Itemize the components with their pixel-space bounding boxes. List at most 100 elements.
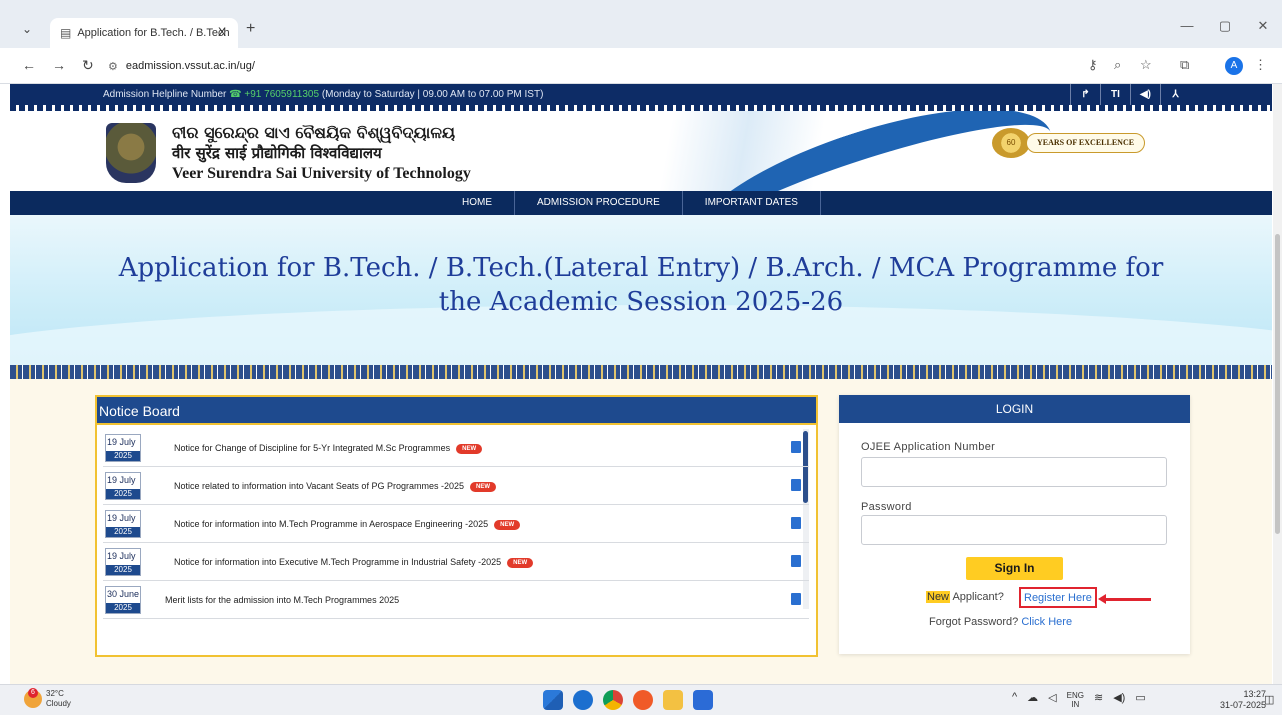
language-indicator[interactable]: ENG IN	[1067, 691, 1084, 709]
cloud-icon[interactable]: ☁	[1027, 691, 1038, 709]
notice-item[interactable]: 19 July 2025 Notice related to informati…	[103, 467, 809, 505]
notice-item[interactable]: 19 July 2025 Notice for information into…	[103, 543, 809, 581]
notice-title[interactable]: Notice for Change of Discipline for 5-Yr…	[174, 443, 483, 454]
notification-bell-icon[interactable]: ◫	[1264, 693, 1274, 706]
tab-close-icon[interactable]: X	[218, 25, 226, 39]
notice-item[interactable]: 30 June 2025 Merit lists for the admissi…	[103, 581, 809, 619]
lang-code: ENG	[1066, 691, 1084, 700]
chrome-icon[interactable]	[603, 690, 623, 710]
new-highlight: New	[926, 591, 951, 603]
register-here-link[interactable]: Register Here	[1019, 587, 1097, 608]
location-icon[interactable]: ◁	[1048, 691, 1056, 709]
page-scrollbar[interactable]	[1273, 84, 1282, 684]
screen-reader-icon[interactable]: ◀)	[1130, 84, 1160, 105]
notice-date-year: 2025	[106, 489, 140, 499]
app-number-label: OJEE Application Number	[861, 441, 996, 453]
document-icon[interactable]	[791, 555, 801, 567]
notice-date: 19 July 2025	[105, 510, 141, 538]
firefox-icon[interactable]	[633, 690, 653, 710]
forgot-password-text: Forgot Password?	[929, 616, 1019, 628]
red-arrow-icon	[1098, 594, 1151, 604]
reload-icon[interactable]: ↻	[82, 57, 94, 74]
start-menu-icon[interactable]	[543, 690, 563, 710]
notice-date-year: 2025	[106, 603, 140, 613]
system-tray: ^ ☁ ◁ ENG IN ≋ ◀) ▭	[1012, 691, 1146, 709]
helpline-bar: Admission Helpline Number ☎ +91 76059113…	[10, 84, 1272, 105]
excellence-badge: 60 YEARS OF EXCELLENCE	[992, 128, 1146, 158]
forward-icon[interactable]: →	[52, 57, 66, 73]
back-icon[interactable]: ←	[22, 57, 36, 73]
extensions-icon[interactable]: ⧉	[1180, 57, 1189, 73]
university-logo[interactable]	[106, 123, 156, 183]
minimize-button[interactable]: —	[1168, 18, 1206, 34]
app-number-input[interactable]	[861, 457, 1167, 487]
zoom-icon[interactable]: ⌕	[1114, 57, 1121, 73]
battery-icon[interactable]: ▭	[1135, 691, 1145, 709]
nav-important-dates[interactable]: IMPORTANT DATES	[683, 191, 821, 215]
main-nav: HOME ADMISSION PROCEDURE IMPORTANT DATES	[10, 191, 1272, 215]
notice-title-text: Notice for information into M.Tech Progr…	[174, 519, 489, 529]
notice-title-text: Merit lists for the admission into M.Tec…	[165, 595, 400, 605]
notice-title-text: Notice for information into Executive M.…	[174, 557, 502, 567]
document-icon[interactable]	[791, 593, 801, 605]
taskbar-clock[interactable]: 13:27 31-07-2025	[1220, 689, 1266, 711]
taskbar-apps	[543, 690, 713, 710]
notice-title[interactable]: Notice related to information into Vacan…	[174, 481, 496, 492]
helpline-hours: (Monday to Saturday | 09.00 AM to 07.00 …	[321, 89, 544, 100]
document-icon[interactable]	[791, 517, 801, 529]
wifi-icon[interactable]: ≋	[1094, 691, 1103, 709]
helpline-label: Admission Helpline Number	[103, 89, 227, 100]
document-icon[interactable]	[791, 479, 801, 491]
notice-item[interactable]: 19 July 2025 Notice for Change of Discip…	[103, 429, 809, 467]
tab-search-chevron-icon[interactable]: ⌄	[22, 22, 32, 36]
site-header: ବୀର ସୁରେନ୍ଦ୍ର ସାଏ ବୈଷୟିକ ବିଶ୍ୱବିଦ୍ୟାଳୟ व…	[10, 111, 1272, 191]
edge-icon[interactable]	[573, 690, 593, 710]
notice-title[interactable]: Merit lists for the admission into M.Tec…	[165, 595, 399, 605]
forgot-password-link[interactable]: Click Here	[1021, 616, 1072, 628]
nav-admission-procedure[interactable]: ADMISSION PROCEDURE	[515, 191, 683, 215]
document-icon[interactable]	[791, 441, 801, 453]
nav-home[interactable]: HOME	[440, 191, 515, 215]
skip-content-icon[interactable]: ↱	[1070, 84, 1100, 105]
tab-title: Application for B.Tech. / B.Tech	[77, 27, 230, 39]
notice-title[interactable]: Notice for information into Executive M.…	[174, 557, 534, 568]
notice-item[interactable]: 19 July 2025 Notice for information into…	[103, 505, 809, 543]
decorative-border	[10, 365, 1272, 379]
show-hidden-icons-icon[interactable]: ^	[1012, 691, 1017, 709]
password-key-icon[interactable]: ⚷	[1088, 57, 1098, 73]
notice-title[interactable]: Notice for information into M.Tech Progr…	[174, 519, 521, 530]
text-size-icon[interactable]: TI	[1100, 84, 1130, 105]
bookmark-star-icon[interactable]: ☆	[1140, 57, 1152, 73]
password-input[interactable]	[861, 515, 1167, 545]
sitemap-icon[interactable]: ⅄	[1160, 84, 1190, 105]
notice-date-year: 2025	[106, 565, 140, 575]
notice-date-year: 2025	[106, 451, 140, 461]
university-name: ବୀର ସୁରେନ୍ଦ୍ର ସାଏ ବୈଷୟିକ ବିଶ୍ୱବିଦ୍ୟାଳୟ व…	[172, 123, 471, 185]
file-explorer-icon[interactable]	[663, 690, 683, 710]
outlook-icon[interactable]	[693, 690, 713, 710]
notice-date-day: 30 June	[107, 589, 140, 599]
address-bar[interactable]: ⚙ eadmission.vssut.ac.in/ug/	[108, 55, 1058, 77]
login-heading: LOGIN	[839, 395, 1190, 423]
volume-icon[interactable]: ◀)	[1113, 691, 1125, 709]
browser-tab-bar: ⌄ ▤ Application for B.Tech. / B.Tech X +…	[0, 0, 1282, 48]
page-scroll-thumb[interactable]	[1275, 234, 1280, 534]
site-info-icon[interactable]: ⚙	[108, 60, 118, 73]
browser-tab[interactable]: ▤ Application for B.Tech. / B.Tech X	[50, 18, 238, 48]
profile-avatar[interactable]: A	[1225, 57, 1243, 75]
weather-widget[interactable]: 6 32°C Cloudy	[24, 688, 71, 709]
page-title: Application for B.Tech. / B.Tech.(Latera…	[10, 251, 1272, 319]
badge-text: YEARS OF EXCELLENCE	[1026, 133, 1146, 153]
restore-button[interactable]: ▢	[1206, 18, 1244, 34]
close-window-button[interactable]: ✕	[1244, 18, 1282, 34]
notice-date-day: 19 July	[107, 551, 136, 561]
sign-in-button[interactable]: Sign In	[966, 557, 1063, 580]
univ-name-english: Veer Surendra Sai University of Technolo…	[172, 165, 471, 182]
menu-kebab-icon[interactable]: ⋮	[1254, 57, 1267, 73]
new-tab-button[interactable]: +	[246, 20, 255, 38]
address-toolbar: ← → ↻ ⚙ eadmission.vssut.ac.in/ug/ ⚷ ⌕ ☆…	[0, 48, 1282, 84]
page-title-line-2: the Academic Session 2025-26	[438, 287, 844, 317]
notice-date-day: 19 July	[107, 475, 136, 485]
applicant-text: Applicant?	[952, 591, 1004, 603]
helpline-phone[interactable]: +91 7605911305	[244, 89, 319, 100]
